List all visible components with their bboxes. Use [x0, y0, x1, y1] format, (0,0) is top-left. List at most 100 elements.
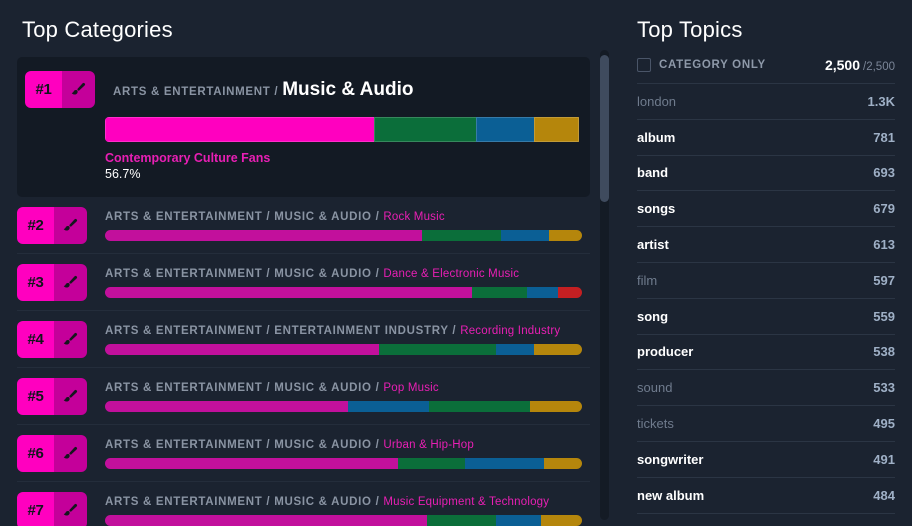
bar-segment[interactable] [500, 229, 549, 241]
rank-badge[interactable]: #5 [17, 378, 87, 415]
topic-value: 597 [873, 272, 895, 288]
topic-value: 484 [873, 487, 895, 503]
bar-segment[interactable] [348, 400, 430, 412]
breadcrumb-leaf[interactable]: Music Equipment & Technology [383, 496, 549, 508]
topic-row[interactable]: song 559 [637, 299, 895, 335]
topic-row[interactable]: artist 613 [637, 227, 895, 263]
topic-value: 1.3K [867, 93, 895, 109]
top-categories-panel: Top Categories #1 ARTS & ENTERTAINMENT / … [0, 0, 620, 526]
category-row[interactable]: #7 ARTS & ENTERTAINMENT / MUSIC & AUDIO /… [17, 482, 590, 526]
categories-scrollbar-thumb[interactable] [600, 55, 609, 202]
breadcrumb-leaf[interactable]: Rock Music [383, 211, 444, 223]
category-row[interactable]: #3 ARTS & ENTERTAINMENT / MUSIC & AUDIO /… [17, 254, 590, 311]
bar-segment[interactable] [422, 229, 501, 241]
bar-segment[interactable] [541, 514, 582, 526]
categories-scroll-area[interactable]: #1 ARTS & ENTERTAINMENT / Music & Audio Co… [0, 57, 620, 526]
bar-segment[interactable] [527, 286, 559, 298]
topic-row[interactable]: london 1.3K [637, 84, 895, 120]
bar-segment[interactable] [543, 457, 582, 469]
rank-number: #7 [17, 492, 54, 526]
topic-row[interactable]: songs 679 [637, 191, 895, 228]
category-row[interactable]: #4 ARTS & ENTERTAINMENT / ENTERTAINMENT I… [17, 311, 590, 368]
bar-segment[interactable] [105, 343, 380, 355]
topic-name: song [637, 308, 669, 324]
topics-header: CATEGORY ONLY 2,500 /2,500 [637, 54, 895, 84]
category-row-body: ARTS & ENTERTAINMENT / ENTERTAINMENT IND… [105, 325, 590, 355]
topics-count: 2,500 /2,500 [825, 57, 895, 73]
bar-segment[interactable] [105, 286, 473, 298]
bar-segment[interactable] [465, 457, 544, 469]
topic-value: 781 [873, 129, 895, 145]
topic-value: 613 [873, 237, 895, 253]
breadcrumb-prefix: ARTS & ENTERTAINMENT / MUSIC & AUDIO [105, 381, 372, 394]
bar-segment[interactable] [476, 117, 536, 142]
bar-segment[interactable] [429, 400, 530, 412]
featured-header: #1 ARTS & ENTERTAINMENT / Music & Audio [17, 71, 590, 108]
breadcrumb-leaf[interactable]: Music & Audio [282, 79, 413, 100]
rank-badge[interactable]: #3 [17, 264, 87, 301]
category-row[interactable]: #6 ARTS & ENTERTAINMENT / MUSIC & AUDIO /… [17, 425, 590, 482]
segment-value: 56.7% [105, 167, 141, 181]
category-row-body: ARTS & ENTERTAINMENT / MUSIC & AUDIO / P… [105, 382, 590, 412]
category-only-label: CATEGORY ONLY [659, 59, 766, 71]
paintbrush-icon [54, 207, 87, 244]
topic-row[interactable]: new album 484 [637, 478, 895, 514]
category-row[interactable]: #2 ARTS & ENTERTAINMENT / MUSIC & AUDIO /… [17, 197, 590, 254]
breadcrumb-leaf[interactable]: Urban & Hip-Hop [383, 439, 474, 451]
rank-number: #4 [17, 321, 54, 358]
bar-segment[interactable] [374, 117, 478, 142]
segment-bar [105, 229, 582, 241]
topics-count-selected: 2,500 [824, 57, 861, 73]
breadcrumb: ARTS & ENTERTAINMENT / MUSIC & AUDIO / P… [105, 382, 582, 394]
topic-row[interactable]: album 781 [637, 120, 895, 156]
bar-segment[interactable] [105, 400, 349, 412]
breadcrumb-prefix: ARTS & ENTERTAINMENT / ENTERTAINMENT IND… [105, 324, 449, 337]
topic-name: album [637, 129, 676, 145]
topic-row[interactable]: band 693 [637, 156, 895, 192]
rank-badge[interactable]: #4 [17, 321, 87, 358]
rank-badge[interactable]: #2 [17, 207, 87, 244]
topic-value: 679 [873, 201, 895, 217]
bar-segment[interactable] [426, 514, 497, 526]
bar-segment[interactable] [529, 400, 582, 412]
category-only-checkbox[interactable] [637, 58, 651, 72]
rank-badge[interactable]: #1 [25, 71, 95, 108]
topic-name: band [637, 165, 669, 181]
bar-segment[interactable] [534, 117, 579, 142]
breadcrumb-leaf[interactable]: Recording Industry [460, 325, 560, 337]
rank-number: #1 [25, 71, 62, 108]
breadcrumb: ARTS & ENTERTAINMENT / ENTERTAINMENT IND… [105, 325, 582, 337]
bar-segment[interactable] [379, 343, 497, 355]
bar-segment[interactable] [496, 343, 535, 355]
breadcrumb-leaf[interactable]: Dance & Electronic Music [383, 268, 519, 280]
rank-badge[interactable]: #7 [17, 492, 87, 526]
app-root: Top Categories #1 ARTS & ENTERTAINMENT / … [0, 0, 912, 526]
bar-segment[interactable] [398, 457, 466, 469]
bar-segment[interactable] [105, 229, 423, 241]
bar-segment[interactable] [105, 514, 427, 526]
breadcrumb-prefix: ARTS & ENTERTAINMENT [113, 85, 271, 98]
breadcrumb-leaf[interactable]: Pop Music [383, 382, 439, 394]
rank-badge[interactable]: #6 [17, 435, 87, 472]
topic-row[interactable]: songwriter 491 [637, 442, 895, 478]
bar-segment[interactable] [534, 343, 582, 355]
rank-number: #5 [17, 378, 54, 415]
bar-segment[interactable] [105, 457, 399, 469]
bar-segment[interactable] [496, 514, 542, 526]
topic-name: songs [637, 201, 676, 217]
topic-row[interactable]: sound 533 [637, 370, 895, 407]
topic-row[interactable]: tickets 495 [637, 406, 895, 442]
bar-segment[interactable] [472, 286, 528, 298]
breadcrumb-prefix: ARTS & ENTERTAINMENT / MUSIC & AUDIO [105, 495, 372, 508]
category-row[interactable]: #5 ARTS & ENTERTAINMENT / MUSIC & AUDIO /… [17, 368, 590, 425]
topic-value: 495 [873, 416, 895, 432]
bar-segment[interactable] [558, 286, 582, 298]
segment-bar [105, 286, 582, 298]
bar-segment[interactable] [548, 229, 582, 241]
topics-title: Top Topics [637, 17, 743, 42]
segment-label: Contemporary Culture Fans [105, 151, 271, 165]
topic-row[interactable]: film 597 [637, 263, 895, 299]
bar-segment[interactable] [105, 117, 376, 142]
featured-category-card[interactable]: #1 ARTS & ENTERTAINMENT / Music & Audio Co… [17, 57, 590, 197]
topic-row[interactable]: producer 538 [637, 335, 895, 371]
